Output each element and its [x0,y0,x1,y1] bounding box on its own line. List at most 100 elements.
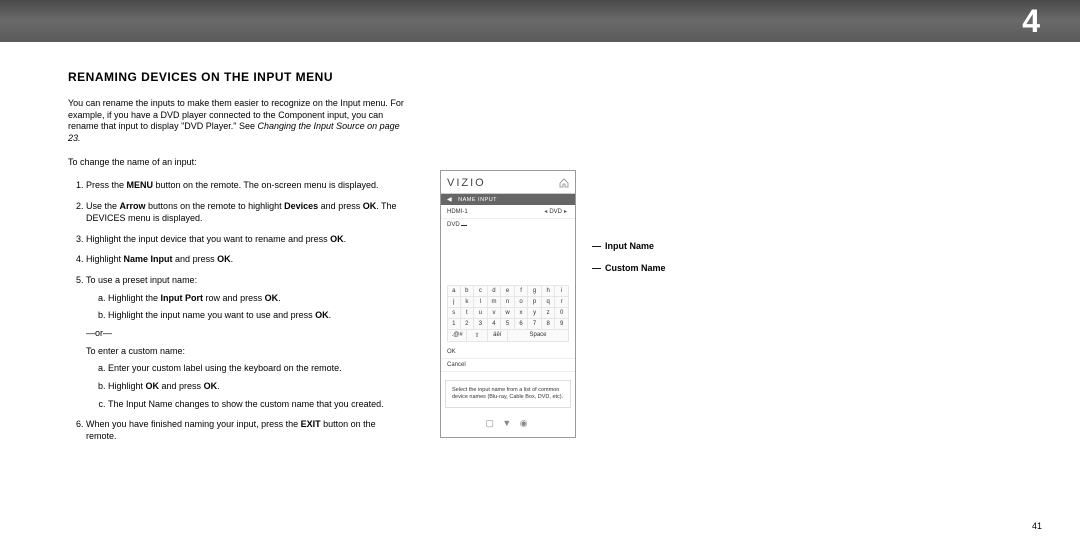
keyboard-bottom-row: .@#⇧äêíSpace [447,330,569,342]
step-5e: The Input Name changes to show the custo… [108,399,408,411]
step-6-t1: When you have finished naming your input… [86,419,301,429]
key-l: l [474,297,488,308]
key-f: f [515,286,529,297]
key-6: 6 [515,319,529,330]
key-c: c [474,286,488,297]
key-q: q [542,297,556,308]
key-x: x [515,308,529,319]
step-5b: Highlight the input name you want to use… [108,310,408,322]
key-: äêí [488,330,508,342]
key-t: t [461,308,475,319]
chapter-number: 4 [1022,3,1040,40]
menu-title-row: ◀ NAME INPUT [441,194,575,205]
step-4-t2: and press [173,254,218,264]
s5d-t1: Highlight [108,381,146,391]
key-: ⇧ [467,330,487,342]
key-r: r [555,297,569,308]
step-1-t1: Press the [86,180,127,190]
key-m: m [488,297,502,308]
keyboard-grid: abcdefghijklmnopqrstuvwxyz0123456789 [447,285,569,330]
key-d: d [488,286,502,297]
callout-dash: — [592,241,601,251]
step-1: Press the MENU button on the remote. The… [86,180,408,192]
step-2-t2: buttons on the remote to highlight [146,201,285,211]
s5d-t3: . [217,381,220,391]
s5b-ok: OK [315,310,329,320]
custom-name-value: DVD [447,222,569,228]
keyboard: abcdefghijklmnopqrstuvwxyz0123456789 .@#… [441,281,575,346]
menu-header: VIZIO [441,171,575,194]
s5d-ok1: OK [146,381,160,391]
key-4: 4 [488,319,502,330]
step-5c: Enter your custom label using the keyboa… [108,363,408,375]
step-5: To use a preset input name: Highlight th… [86,275,408,411]
key-0: 0 [555,308,569,319]
key-z: z [542,308,556,319]
nav-icons: ▢ ▼ ◉ [441,414,575,437]
intro-paragraph: You can rename the inputs to make them e… [68,98,408,145]
menu-panel: VIZIO ◀ NAME INPUT HDMI-1 ◂ DVD ▸ DVD ab… [440,170,576,438]
step-3-t1: Highlight the input device that you want… [86,234,330,244]
step-2-arrow: Arrow [120,201,146,211]
key-j: j [447,297,461,308]
key-k: k [461,297,475,308]
s5b-t2: . [329,310,332,320]
step-6-exit: EXIT [301,419,321,429]
step-3-t2: . [344,234,347,244]
input-port-label: HDMI-1 [447,209,542,215]
callout-custom-name: — Custom Name [592,263,666,273]
lead-in: To change the name of an input: [68,157,408,169]
callout-custom-name-text: Custom Name [605,263,666,273]
chapter-header-bar: 4 [0,0,1080,42]
custom-name-text: DVD [447,222,460,228]
key-v: v [488,308,502,319]
steps-list: Press the MENU button on the remote. The… [68,180,408,442]
callout-dash: — [592,263,601,273]
step-2-ok: OK [363,201,377,211]
custom-name-row: DVD [441,219,575,231]
step-4-ok: OK [217,254,231,264]
key-n: n [501,297,515,308]
ok-cancel-block: OK Cancel [441,346,575,372]
step-1-menu: MENU [127,180,154,190]
step-1-t2: button on the remote. The on-screen menu… [153,180,378,190]
callout-input-name-text: Input Name [605,241,654,251]
callout-input-name: — Input Name [592,241,654,251]
step-3-ok: OK [330,234,344,244]
home-icon [559,178,569,188]
page-number: 41 [1032,521,1042,531]
left-arrow-icon: ◂ [544,208,547,215]
step-2: Use the Arrow buttons on the remote to h… [86,201,408,224]
key-p: p [528,297,542,308]
step-5-sub-preset: Highlight the Input Port row and press O… [86,293,408,322]
or-divider: —or— [86,328,408,340]
key-: .@# [447,330,467,342]
step-5a: Highlight the Input Port row and press O… [108,293,408,305]
step-4: Highlight Name Input and press OK. [86,254,408,266]
step-5-sub-custom: Enter your custom label using the keyboa… [86,363,408,410]
right-arrow-icon: ▸ [564,208,567,215]
key-9: 9 [555,319,569,330]
key-y: y [528,308,542,319]
key-1: 1 [447,319,461,330]
key-7: 7 [528,319,542,330]
s5a-t1: Highlight the [108,293,161,303]
step-4-t3: . [231,254,234,264]
cancel-row: Cancel [441,359,575,372]
key-u: u [474,308,488,319]
key-Space: Space [508,330,569,342]
s5a-port: Input Port [161,293,204,303]
ok-row: OK [441,346,575,359]
s5d-t2: and press [159,381,204,391]
section-heading: RENAMING DEVICES ON THE INPUT MENU [68,70,408,84]
s5a-t3: . [278,293,281,303]
key-s: s [447,308,461,319]
input-port-row: HDMI-1 ◂ DVD ▸ [441,205,575,219]
back-icon: ◀ [447,196,452,203]
key-h: h [542,286,556,297]
key-w: w [501,308,515,319]
key-b: b [461,286,475,297]
step-2-t3: and press [318,201,363,211]
menu-title: NAME INPUT [458,197,497,203]
key-g: g [528,286,542,297]
